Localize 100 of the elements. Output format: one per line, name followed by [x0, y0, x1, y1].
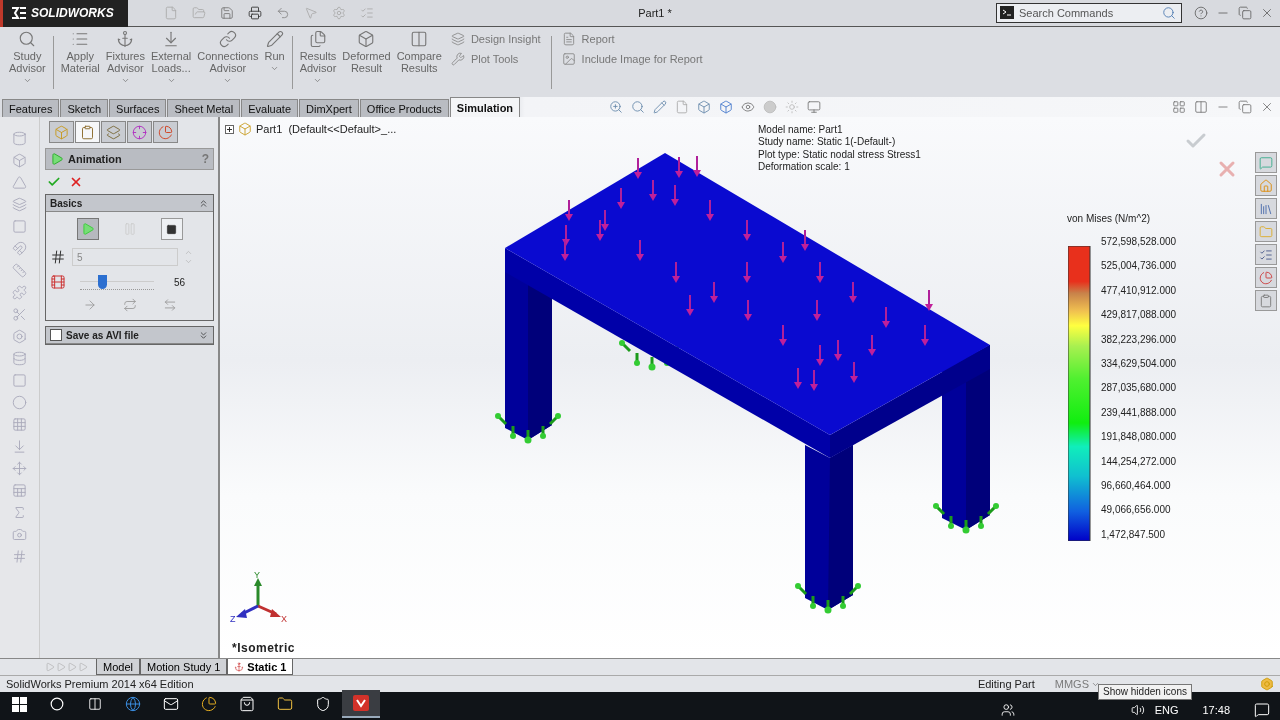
study-tab[interactable]: Motion Study 1: [139, 659, 228, 675]
square-icon[interactable]: [12, 219, 27, 234]
checkbox[interactable]: [50, 329, 62, 341]
ribbon-button[interactable]: Include Image for Report: [561, 52, 703, 66]
task-pane-tab[interactable]: [1255, 175, 1277, 196]
help-icon[interactable]: [1194, 6, 1208, 20]
slider-thumb[interactable]: [98, 274, 108, 289]
ribbon-tab[interactable]: Sketch: [60, 99, 109, 117]
panel-tab[interactable]: [101, 121, 126, 143]
volume-icon[interactable]: [1130, 703, 1145, 717]
ribbon-button[interactable]: Design Insight: [450, 32, 541, 46]
open-folder-icon[interactable]: [192, 6, 206, 20]
pointer-icon[interactable]: [304, 6, 318, 20]
help-button[interactable]: ?: [201, 152, 209, 166]
camera-icon[interactable]: [12, 527, 27, 542]
view-orientation-icon[interactable]: [697, 100, 712, 114]
collapse-icon[interactable]: [198, 197, 209, 209]
cylinder-icon[interactable]: [12, 131, 27, 146]
split-icon[interactable]: [1194, 100, 1208, 114]
restore-icon[interactable]: [1238, 100, 1252, 114]
taskbar-button[interactable]: [342, 690, 380, 718]
magnet-icon[interactable]: [12, 241, 27, 256]
zoom-icon[interactable]: [609, 100, 624, 114]
task-pane-tab[interactable]: [1255, 152, 1277, 173]
ribbon-button[interactable]: Fixtures Advisor: [102, 30, 148, 97]
units-button[interactable]: MMGS: [1054, 678, 1100, 690]
ribbon-tab[interactable]: Surfaces: [109, 99, 167, 117]
pencil-icon[interactable]: [653, 100, 668, 114]
printer-icon[interactable]: [248, 6, 262, 20]
layers-icon[interactable]: [12, 197, 27, 212]
ribbon-tab[interactable]: Features: [2, 99, 60, 117]
ribbon-button[interactable]: Results Advisor: [296, 30, 340, 97]
task-pane-tab[interactable]: [1255, 267, 1277, 288]
close-icon[interactable]: [1260, 100, 1274, 114]
scissors-icon[interactable]: [12, 307, 27, 322]
panel-tab[interactable]: [49, 121, 74, 143]
ribbon-button[interactable]: Deformed Result: [339, 30, 394, 97]
ribbon-tab[interactable]: Office Products: [359, 99, 449, 117]
speed-slider[interactable]: [80, 274, 154, 290]
tile-icon[interactable]: [1172, 100, 1186, 114]
notification-icon[interactable]: [1254, 702, 1270, 718]
restore-icon[interactable]: [1238, 6, 1252, 20]
task-pane-tab[interactable]: [1255, 244, 1277, 265]
panel-tab[interactable]: [153, 121, 178, 143]
search-field[interactable]: Search Commands: [996, 3, 1182, 23]
sigma-icon[interactable]: [12, 505, 27, 520]
spin-down-icon[interactable]: [184, 257, 193, 266]
arrow-right-icon[interactable]: [82, 298, 97, 312]
close-icon[interactable]: [1260, 6, 1274, 20]
options-icon[interactable]: [360, 6, 374, 20]
ribbon-tab[interactable]: Simulation: [449, 97, 521, 117]
panel-tab[interactable]: [75, 121, 100, 143]
ruler-icon[interactable]: [12, 263, 27, 278]
square-icon[interactable]: [12, 373, 27, 388]
new-file-icon[interactable]: [164, 6, 178, 20]
ribbon-tab[interactable]: Sheet Metal: [167, 99, 241, 117]
scene-icon[interactable]: [785, 100, 800, 114]
display-icon[interactable]: [807, 100, 822, 114]
circle-icon[interactable]: [12, 395, 27, 410]
loop-icon[interactable]: [122, 298, 137, 312]
ribbon-button[interactable]: Report: [561, 32, 703, 46]
language-indicator[interactable]: ENG: [1154, 704, 1179, 716]
cube-icon[interactable]: [12, 153, 27, 168]
arrow-both-icon[interactable]: [162, 298, 177, 312]
section-icon[interactable]: [675, 100, 690, 114]
zoom-area-icon[interactable]: [631, 100, 646, 114]
move-icon[interactable]: [12, 461, 27, 476]
ribbon-button[interactable]: Plot Tools: [450, 52, 541, 66]
down-arrow-icon[interactable]: [12, 439, 27, 454]
undo-icon[interactable]: [276, 6, 290, 20]
ribbon-button[interactable]: Compare Results: [393, 30, 445, 97]
clock[interactable]: 17:48: [1202, 704, 1230, 716]
puzzle-icon[interactable]: [12, 285, 27, 300]
panel-tab[interactable]: [127, 121, 152, 143]
ribbon-button[interactable]: Connections Advisor: [194, 30, 262, 97]
task-pane-tab[interactable]: [1255, 290, 1277, 311]
sheet-icon[interactable]: [12, 483, 27, 498]
grid-icon[interactable]: [12, 417, 27, 432]
eye-icon[interactable]: [741, 100, 756, 114]
ribbon-tab[interactable]: DimXpert: [299, 99, 359, 117]
tree-item[interactable]: Part1 (Default<<Default>_...: [256, 123, 397, 135]
play-button[interactable]: [76, 218, 99, 240]
settings-icon[interactable]: [332, 6, 346, 20]
database-icon[interactable]: [12, 351, 27, 366]
task-pane-tab[interactable]: [1255, 221, 1277, 242]
ribbon-button[interactable]: Apply Material: [57, 30, 103, 97]
save-icon[interactable]: [220, 6, 234, 20]
stop-button[interactable]: [160, 218, 183, 240]
expand-toggle[interactable]: [225, 124, 234, 134]
check-icon[interactable]: [47, 175, 61, 189]
hash-icon[interactable]: [12, 549, 27, 564]
display-style-icon[interactable]: [719, 100, 734, 114]
study-tab[interactable]: Static 1: [227, 659, 294, 675]
appearance-icon[interactable]: [763, 100, 778, 114]
close-icon[interactable]: [69, 175, 83, 189]
expand-icon[interactable]: [198, 329, 209, 341]
spin-up-icon[interactable]: [184, 248, 193, 257]
people-icon[interactable]: [1000, 703, 1015, 717]
ribbon-button[interactable]: Study Advisor: [6, 30, 49, 97]
study-tab[interactable]: Model: [96, 659, 140, 675]
